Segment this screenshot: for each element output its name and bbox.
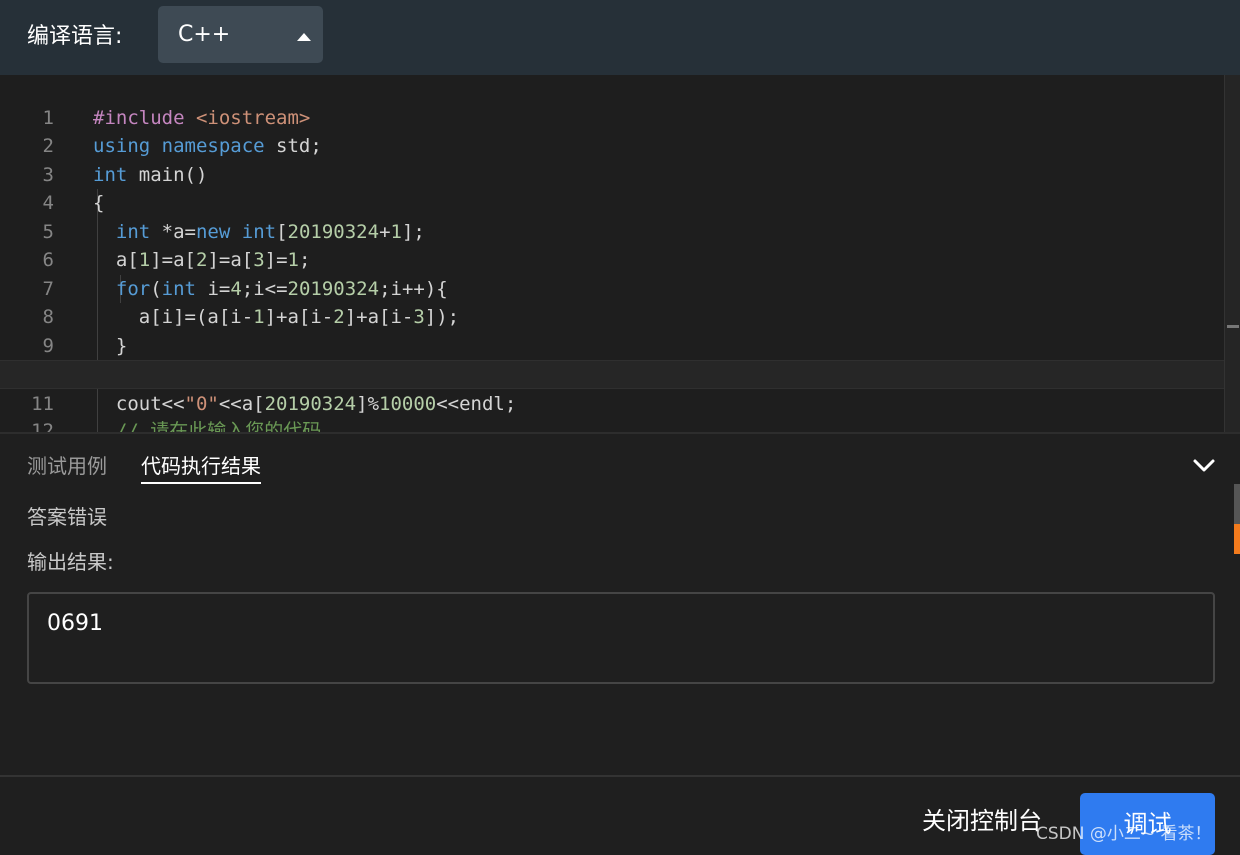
- language-label: 编译语言:: [27, 24, 123, 49]
- panel-divider[interactable]: [0, 432, 1240, 434]
- code-line: 1 #include <iostream>: [42, 106, 311, 129]
- language-select[interactable]: C++: [158, 6, 323, 63]
- close-console-button[interactable]: 关闭控制台: [922, 806, 1042, 838]
- code-line: 9 }: [42, 334, 128, 357]
- code-line: 4{: [42, 192, 105, 214]
- output-value: 0691: [47, 611, 103, 636]
- panel-scrollbar[interactable]: [1234, 484, 1240, 554]
- result-status: 答案错误: [27, 505, 107, 529]
- code-line-active: 11 cout<<"0"<<a[20190324]%10000<<endl;: [0, 360, 1224, 415]
- editor-scrollbar[interactable]: [1224, 75, 1240, 432]
- top-toolbar: 编译语言: C++: [0, 0, 1240, 75]
- panel-scrollbar-marker: [1234, 524, 1240, 554]
- code-line: 5 int *a=new int[20190324+1];: [42, 220, 425, 243]
- tab-test-cases[interactable]: 测试用例: [27, 452, 107, 480]
- code-line: 12 // 请在此输入您的代码: [31, 420, 322, 432]
- code-line: 10: [0, 332, 1224, 385]
- code-editor[interactable]: 1 #include <iostream> 2 using namespace st…: [0, 75, 1240, 432]
- code-line: 6 a[1]=a[2]=a[3]=1;: [42, 249, 311, 271]
- language-select-value: C++: [178, 22, 231, 47]
- output-box: 0691: [27, 592, 1215, 684]
- chevron-down-icon[interactable]: [1192, 456, 1216, 476]
- caret-up-icon: [297, 33, 311, 41]
- watermark: CSDN @小二~ 看茶！: [1036, 824, 1212, 844]
- code-line: 7 for(int i=4;i<=20190324;i++){: [42, 277, 448, 300]
- output-label: 输出结果:: [27, 550, 114, 574]
- tab-execution-result[interactable]: 代码执行结果: [141, 452, 261, 484]
- footer-divider: [0, 775, 1240, 777]
- panel-scrollbar-thumb[interactable]: [1234, 484, 1240, 524]
- code-line: 3 int main(): [42, 163, 208, 186]
- code-line: 13 return 0;: [0, 417, 1224, 432]
- code-line: 2 using namespace std;: [42, 135, 322, 157]
- editor-scrollbar-thumb[interactable]: [1227, 325, 1239, 328]
- code-line: 8 a[i]=(a[i-1]+a[i-2]+a[i-3]);: [42, 306, 460, 328]
